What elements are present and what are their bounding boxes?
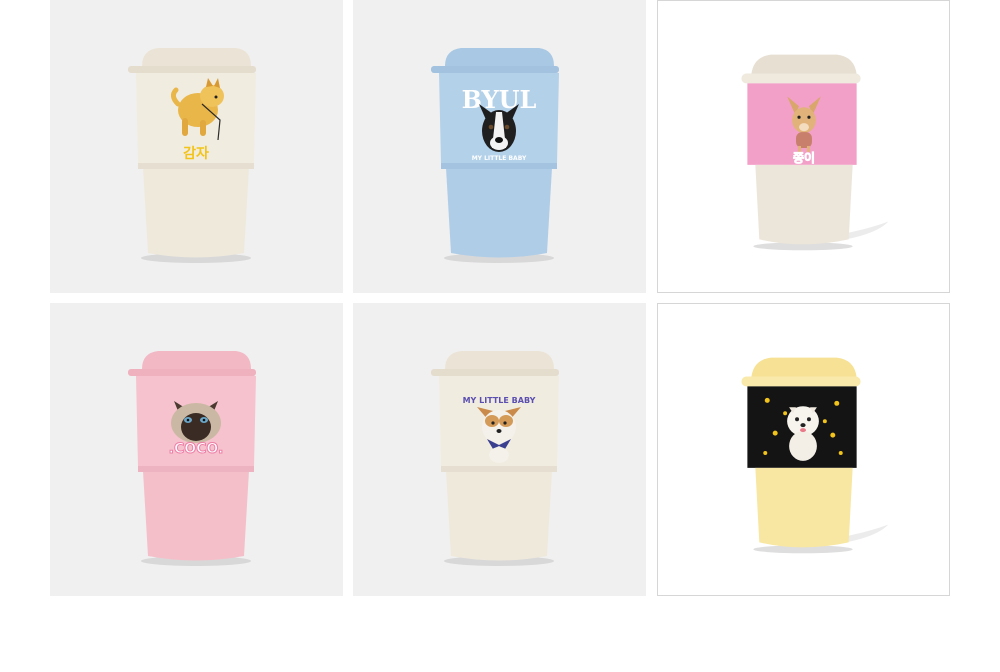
product-grid: 감자 BYUL MY LITTLE BABY 쫑이 .COCO. MY LITT… bbox=[50, 0, 950, 597]
pet-name-label-5: MY LITTLE BABY bbox=[463, 396, 536, 405]
product-tile-3[interactable]: 쫑이 bbox=[657, 0, 950, 293]
product-tile-2[interactable]: BYUL MY LITTLE BABY bbox=[353, 0, 646, 293]
siamese-cat-illustration bbox=[171, 401, 221, 443]
pet-name-label-3: 쫑이 bbox=[793, 151, 815, 165]
tumbler-image-1: 감자 bbox=[128, 48, 256, 263]
product-tile-4[interactable]: .COCO. bbox=[50, 303, 343, 596]
product-tile-6[interactable] bbox=[657, 303, 950, 596]
pet-name-label-2: BYUL bbox=[462, 85, 537, 114]
tumbler-image-2: BYUL MY LITTLE BABY bbox=[431, 48, 559, 263]
product-tile-5[interactable]: MY LITTLE BABY bbox=[353, 303, 646, 596]
tumbler-image-6 bbox=[741, 357, 889, 554]
pet-name-label-1: 감자 bbox=[183, 145, 209, 162]
pet-sublabel-2: MY LITTLE BABY bbox=[472, 155, 527, 162]
product-tile-1[interactable]: 감자 bbox=[50, 0, 343, 293]
tumbler-image-5: MY LITTLE BABY bbox=[431, 351, 559, 566]
lid-1 bbox=[142, 48, 251, 66]
tumbler-image-3: 쫑이 bbox=[741, 54, 889, 251]
pet-name-label-4: .COCO. bbox=[169, 441, 224, 457]
tumbler-image-4: .COCO. bbox=[128, 351, 256, 566]
